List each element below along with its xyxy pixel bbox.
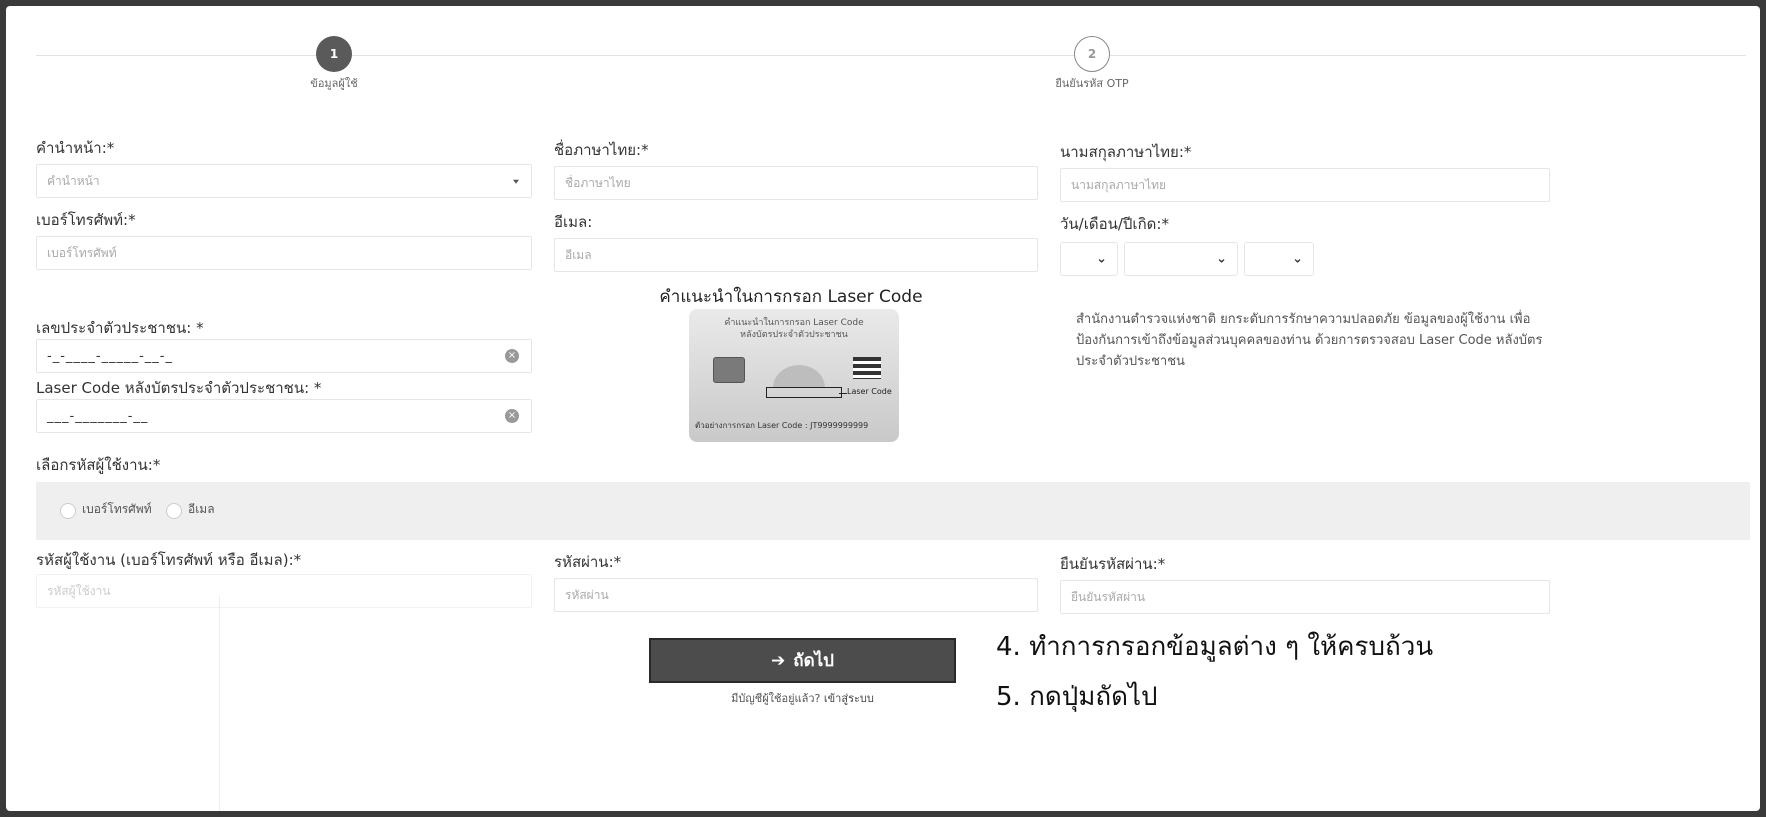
radio-phone-label[interactable]: เบอร์โทรศัพท์	[82, 500, 152, 519]
password-label: รหัสผ่าน:*	[554, 553, 622, 571]
username-input[interactable]: รหัสผู้ใช้งาน	[36, 574, 532, 608]
card-example: ตัวอย่างการกรอก Laser Code : JT999999999…	[695, 421, 869, 430]
arrow-right-icon: ➔	[771, 650, 786, 671]
step-1-circle: 1	[316, 36, 352, 72]
chevron-down-icon	[513, 179, 519, 184]
confirm-password-label: ยืนยันรหัสผ่าน:*	[1060, 555, 1166, 573]
title-prefix-placeholder: คำนำหน้า	[47, 173, 100, 188]
dob-month-select[interactable]: ⌄	[1124, 242, 1238, 276]
username-type-label: เลือกรหัสผู้ใช้งาน:*	[36, 456, 161, 474]
title-prefix-label: คำนำหน้า:*	[36, 139, 115, 157]
step-1: 1 ข้อมูลผู้ใช้	[254, 36, 414, 92]
chevron-down-icon: ⌄	[1292, 251, 1303, 267]
card-laser-tag: Laser Code	[839, 387, 892, 396]
login-link[interactable]: เข้าสู่ระบบ	[824, 692, 874, 705]
email-label: อีเมล:	[554, 213, 593, 231]
email-placeholder: อีเมล	[565, 247, 592, 262]
clear-icon[interactable]: ×	[505, 349, 519, 363]
confirm-password-placeholder: ยืนยันรหัสผ่าน	[1071, 589, 1146, 604]
first-name-label: ชื่อภาษาไทย:*	[554, 141, 649, 159]
card-chip	[713, 357, 745, 383]
password-input[interactable]: รหัสผ่าน	[554, 578, 1038, 612]
phone-label: เบอร์โทรศัพท์:*	[36, 211, 136, 229]
card-title-line2: หลังบัตรประจำตัวประชาชน	[740, 330, 848, 340]
last-name-label: นามสกุลภาษาไทย:*	[1060, 143, 1192, 161]
card-title-line1: คำแนะนำในการกรอก Laser Code	[724, 318, 864, 328]
dob-label: วัน/เดือน/ปีเกิด:*	[1060, 215, 1169, 233]
laser-guide-title: คำแนะนำในการกรอก Laser Code	[659, 287, 923, 307]
card-laser-box	[766, 387, 842, 398]
laser-code-input[interactable]: ___-_______-__ ×	[36, 399, 532, 433]
step-2-circle: 2	[1074, 36, 1110, 72]
first-name-input[interactable]: ชื่อภาษาไทย	[554, 166, 1038, 200]
last-name-input[interactable]: นามสกุลภาษาไทย	[1060, 168, 1550, 202]
phone-placeholder: เบอร์โทรศัพท์	[47, 245, 117, 260]
username-label: รหัสผู้ใช้งาน (เบอร์โทรศัพท์ หรือ อีเมล)…	[36, 551, 302, 569]
confirm-password-input[interactable]: ยืนยันรหัสผ่าน	[1060, 580, 1550, 614]
step-1-label: ข้อมูลผู้ใช้	[310, 77, 358, 90]
first-name-placeholder: ชื่อภาษาไทย	[565, 175, 631, 190]
last-name-placeholder: นามสกุลภาษาไทย	[1071, 177, 1167, 192]
instruction-step-4: 4. ทำการกรอกข้อมูลต่าง ๆ ให้ครบถ้วน	[996, 632, 1434, 662]
citizen-id-label: เลขประจำตัวประชาชน: *	[36, 319, 204, 337]
instruction-step-5: 5. กดปุ่มถัดไป	[996, 682, 1158, 712]
dob-year-select[interactable]: ⌄	[1244, 242, 1314, 276]
login-hint-text: มีบัญชีผู้ใช้อยู่แล้ว?	[731, 692, 821, 705]
next-button-label: ถัดไป	[793, 651, 834, 671]
radio-phone[interactable]	[60, 503, 76, 519]
next-button[interactable]: ➔ ถัดไป	[649, 638, 956, 683]
registration-page: 1 ข้อมูลผู้ใช้ 2 ยืนยันรหัส OTP คำนำหน้า…	[6, 6, 1760, 811]
radio-email-label[interactable]: อีเมล	[188, 500, 215, 519]
clear-icon[interactable]: ×	[505, 409, 519, 423]
dob-day-select[interactable]: ⌄	[1060, 242, 1118, 276]
id-card-back-image: คำแนะนำในการกรอก Laser Code หลังบัตรประจ…	[689, 309, 899, 442]
card-flag	[853, 357, 881, 379]
chevron-down-icon: ⌄	[1096, 251, 1107, 267]
citizen-id-value: -_-____-_____-__-_	[47, 348, 173, 364]
email-input[interactable]: อีเมล	[554, 238, 1038, 272]
phone-input[interactable]: เบอร์โทรศัพท์	[36, 236, 532, 270]
card-title: คำแนะนำในการกรอก Laser Code หลังบัตรประจ…	[689, 317, 899, 341]
username-type-group	[36, 482, 1750, 540]
laser-code-label: Laser Code หลังบัตรประจำตัวประชาชน: *	[36, 379, 322, 397]
security-info-text: สำนักงานตำรวจแห่งชาติ ยกระดับการรักษาควา…	[1076, 312, 1543, 369]
step-2: 2 ยืนยันรหัส OTP	[1012, 36, 1172, 92]
card-skyline	[759, 353, 839, 387]
divider	[219, 596, 220, 811]
username-placeholder: รหัสผู้ใช้งาน	[47, 583, 111, 598]
radio-email[interactable]	[166, 503, 182, 519]
password-placeholder: รหัสผ่าน	[565, 587, 609, 602]
chevron-down-icon: ⌄	[1216, 251, 1227, 267]
login-hint: มีบัญชีผู้ใช้อยู่แล้ว? เข้าสู่ระบบ	[649, 689, 956, 707]
step-2-label: ยืนยันรหัส OTP	[1055, 77, 1129, 90]
laser-code-value: ___-_______-__	[47, 408, 149, 424]
citizen-id-input[interactable]: -_-____-_____-__-_ ×	[36, 339, 532, 373]
title-prefix-select[interactable]: คำนำหน้า	[36, 164, 532, 198]
